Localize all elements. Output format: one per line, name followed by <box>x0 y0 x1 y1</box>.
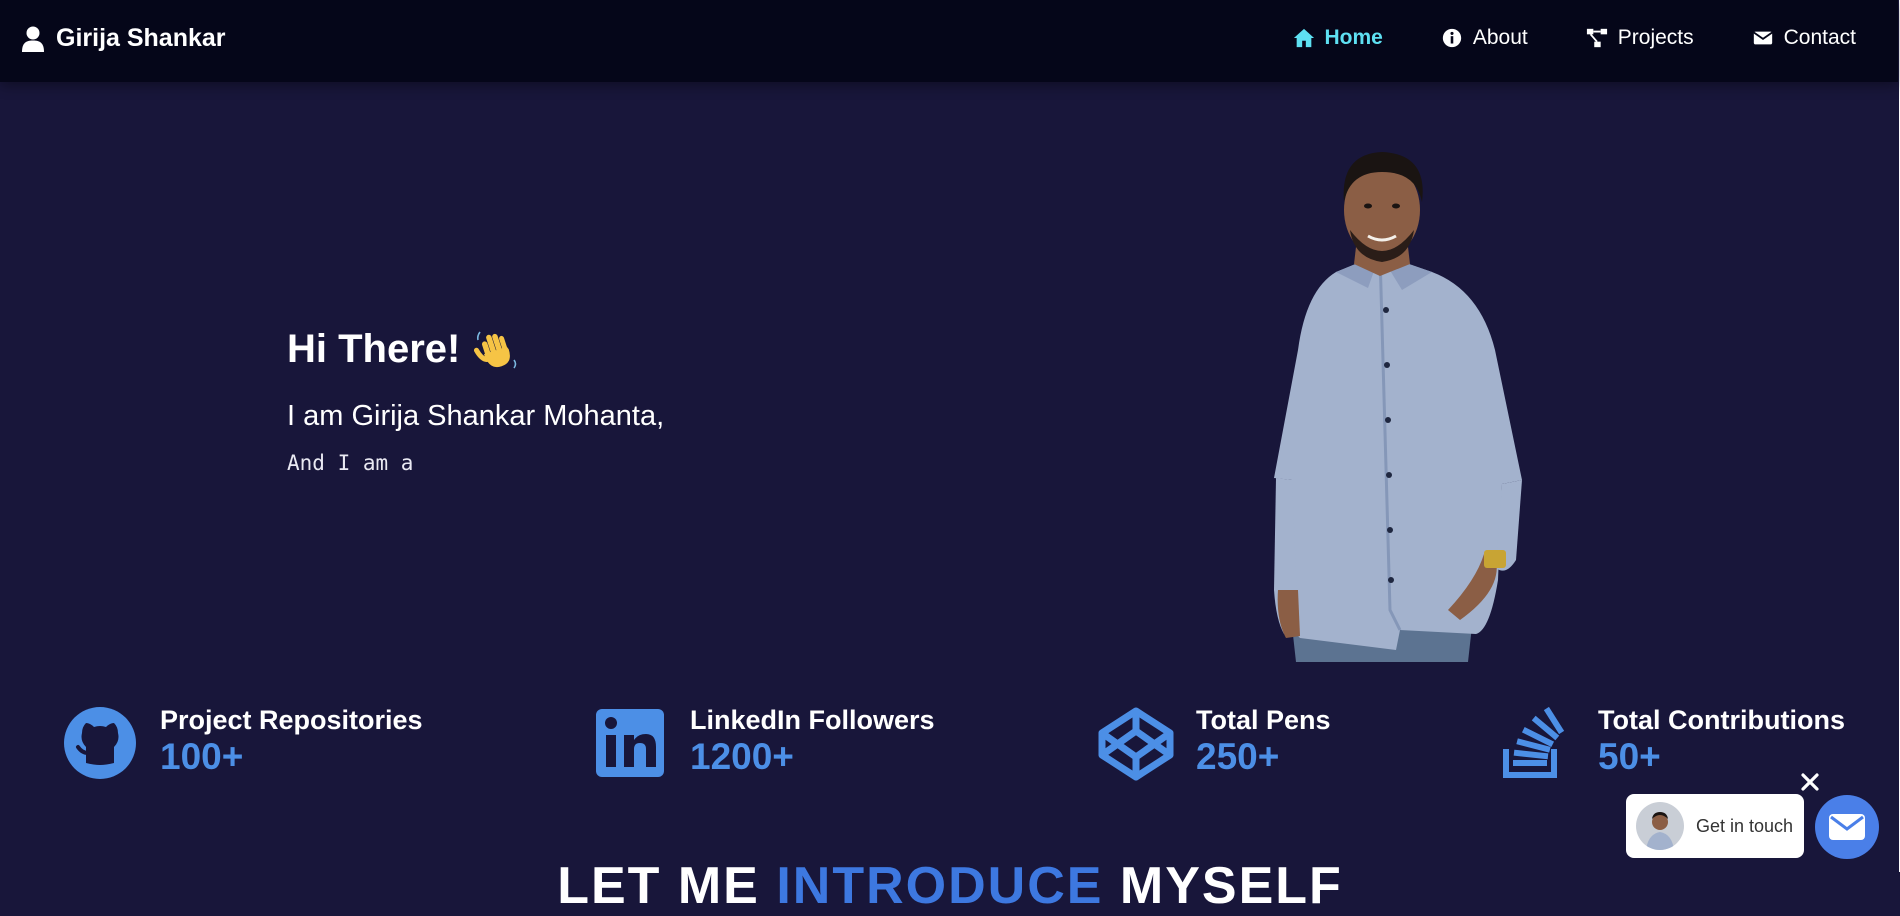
stat-contributions-text: Total Contributions 50+ <box>1598 705 1845 779</box>
stat-pens: Total Pens 250+ <box>1098 705 1331 781</box>
nav-home[interactable]: Home <box>1293 26 1383 50</box>
stat-pens-value: 250+ <box>1196 736 1280 777</box>
stat-contributions-label: Total Contributions <box>1598 705 1845 735</box>
nav-projects-label: Projects <box>1617 26 1694 49</box>
stat-repositories-value: 100+ <box>160 736 244 777</box>
stat-repositories-label: Project Repositories <box>160 705 423 735</box>
waving-hand-icon <box>474 331 517 369</box>
user-icon <box>22 26 44 52</box>
intro-heading-part1: LET ME <box>557 857 760 915</box>
github-icon <box>64 707 136 779</box>
profile-photo <box>1274 152 1522 662</box>
nav-contact-label: Contact <box>1783 26 1856 49</box>
project-diagram-icon <box>1586 28 1607 48</box>
hero-intro-name: I am Girija Shankar Mohanta, <box>287 400 665 432</box>
get-in-touch-bubble[interactable]: Get in touch <box>1626 794 1804 858</box>
home-icon <box>1293 28 1314 48</box>
contact-fab-button[interactable] <box>1815 795 1879 859</box>
nav-projects[interactable]: Projects <box>1586 26 1694 50</box>
get-in-touch-label: Get in touch <box>1696 815 1794 836</box>
intro-heading-part2: MYSELF <box>1119 857 1343 915</box>
nav-links: Home About Projects Contact <box>1293 26 1856 50</box>
stat-linkedin: LinkedIn Followers 1200+ <box>592 705 935 781</box>
envelope-icon <box>1752 31 1773 45</box>
hero-greeting: Hi There! <box>287 326 520 372</box>
close-icon[interactable] <box>1798 770 1822 794</box>
hero-title: Hi There! <box>287 326 461 371</box>
stat-pens-text: Total Pens 250+ <box>1196 705 1331 779</box>
codepen-icon <box>1098 707 1174 781</box>
nav-about[interactable]: About <box>1441 26 1528 50</box>
linkedin-icon <box>596 709 664 777</box>
stat-contributions: Total Contributions 50+ <box>1500 705 1845 781</box>
stat-linkedin-text: LinkedIn Followers 1200+ <box>690 705 935 779</box>
intro-heading-accent: INTRODUCE <box>776 857 1104 915</box>
introduce-myself-heading: LET ME INTRODUCE MYSELF <box>0 856 1900 916</box>
stat-linkedin-label: LinkedIn Followers <box>690 705 935 735</box>
nav-contact[interactable]: Contact <box>1752 26 1856 50</box>
envelope-icon <box>1829 814 1865 840</box>
stat-repositories: Project Repositories 100+ <box>62 705 423 781</box>
stat-linkedin-value: 1200+ <box>690 736 794 777</box>
nav-home-label: Home <box>1324 26 1383 49</box>
nav-about-label: About <box>1472 26 1528 49</box>
stackoverflow-icon <box>1503 706 1565 778</box>
stat-repositories-text: Project Repositories 100+ <box>160 705 423 779</box>
info-icon <box>1442 28 1462 48</box>
brand[interactable]: Girija Shankar <box>22 24 226 53</box>
stat-pens-label: Total Pens <box>1196 705 1331 735</box>
navbar: Girija Shankar Home About Projects Conta… <box>0 0 1898 82</box>
brand-name: Girija Shankar <box>56 24 226 52</box>
hero-role-typewriter: And I am a <box>287 451 414 475</box>
widget-avatar <box>1636 802 1684 850</box>
